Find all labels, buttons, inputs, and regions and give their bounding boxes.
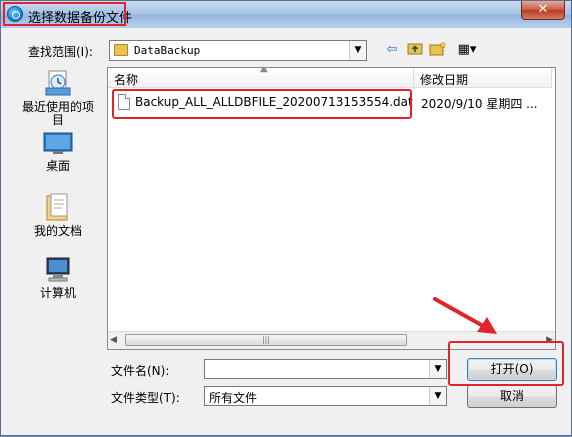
place-computer[interactable]: 计算机 bbox=[19, 257, 97, 300]
filetype-value: 所有文件 bbox=[209, 391, 258, 405]
computer-icon bbox=[43, 257, 73, 283]
place-label-documents: 我的文档 bbox=[33, 224, 82, 238]
title-bar[interactable]: 选择数据备份文件 ✕ bbox=[1, 1, 571, 28]
place-label-recent: 最近使用的项目 bbox=[21, 100, 94, 127]
open-file-dialog: 选择数据备份文件 ✕ 查找范围(I): DataBackup ▼ ⇦ ▦▾ 最近… bbox=[0, 0, 572, 436]
scroll-left-icon[interactable]: ◀ bbox=[110, 335, 117, 345]
filetype-select[interactable]: 所有文件 ▼ bbox=[204, 386, 447, 406]
column-header-date-label: 修改日期 bbox=[420, 73, 469, 87]
title-highlight-box bbox=[3, 2, 126, 26]
column-header-name-label: 名称 bbox=[114, 73, 139, 87]
chevron-down-icon[interactable]: ▼ bbox=[429, 360, 446, 378]
file-highlight-box bbox=[112, 89, 412, 119]
place-label-computer: 计算机 bbox=[39, 286, 76, 300]
chevron-down-icon[interactable]: ▼ bbox=[349, 41, 366, 60]
column-header-date[interactable]: 修改日期 bbox=[414, 68, 552, 88]
lookin-label: 查找范围(I): bbox=[28, 45, 93, 59]
view-menu-icon[interactable]: ▦▾ bbox=[453, 41, 481, 59]
close-button[interactable]: ✕ bbox=[521, 1, 565, 20]
column-header-name[interactable]: 名称 ▲ bbox=[108, 68, 414, 88]
chevron-down-icon[interactable]: ▼ bbox=[429, 387, 446, 405]
filename-label: 文件名(N): bbox=[111, 364, 170, 378]
place-desktop[interactable]: 桌面 bbox=[19, 132, 97, 173]
recent-icon bbox=[43, 69, 73, 97]
place-label-desktop: 桌面 bbox=[45, 159, 70, 173]
filename-input[interactable]: ▼ bbox=[204, 359, 447, 379]
cancel-button[interactable]: 取消 bbox=[467, 385, 557, 408]
lookin-value: DataBackup bbox=[134, 44, 201, 57]
documents-icon bbox=[45, 193, 71, 221]
filetype-label: 文件类型(T): bbox=[111, 391, 180, 405]
sort-up-icon: ▲ bbox=[260, 67, 268, 74]
scrollbar-thumb[interactable]: ||| bbox=[125, 334, 407, 346]
place-documents[interactable]: 我的文档 bbox=[19, 193, 97, 238]
back-icon[interactable]: ⇦ bbox=[384, 41, 400, 59]
open-highlight-box bbox=[448, 341, 564, 386]
file-date: 2020/9/10 星期四 ... bbox=[421, 97, 538, 111]
lookin-combo[interactable]: DataBackup ▼ bbox=[109, 40, 367, 61]
new-folder-icon[interactable] bbox=[428, 41, 448, 59]
up-folder-icon[interactable] bbox=[406, 41, 424, 59]
desktop-icon bbox=[43, 132, 73, 156]
folder-icon bbox=[114, 44, 128, 56]
place-recent[interactable]: 最近使用的项目 bbox=[19, 69, 97, 127]
